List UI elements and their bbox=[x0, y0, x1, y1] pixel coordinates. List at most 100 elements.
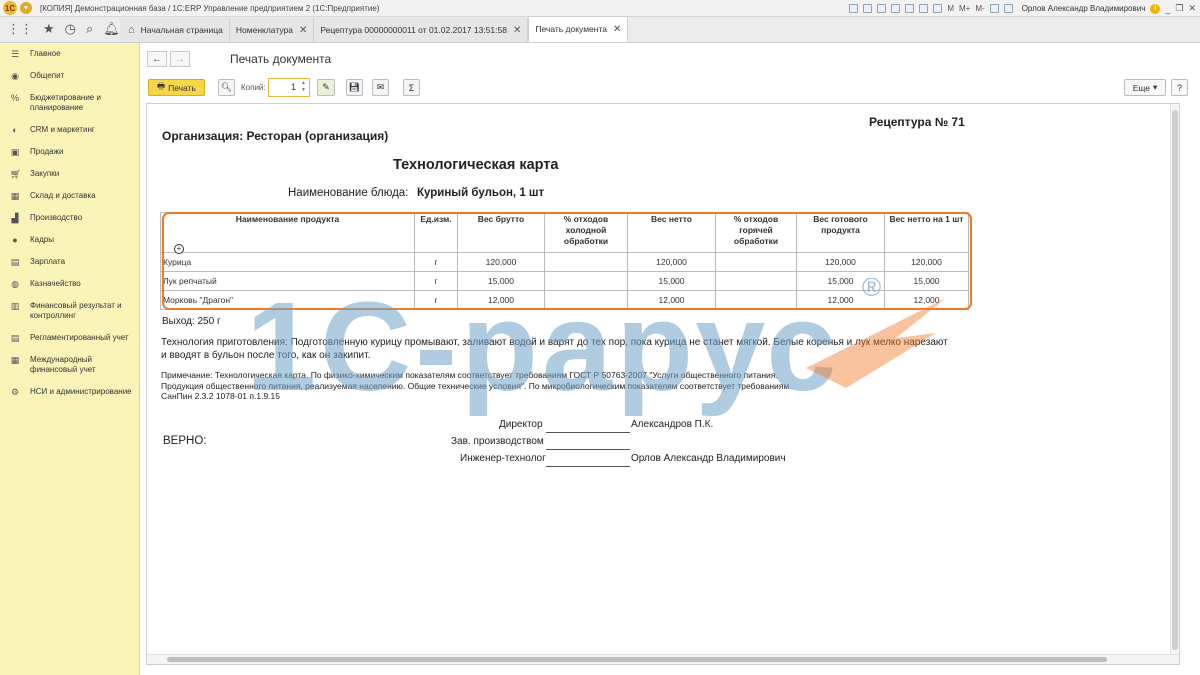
app-menu-icon[interactable]: ▼ bbox=[20, 2, 32, 14]
save-button[interactable]: 💾︎ bbox=[346, 79, 363, 96]
document-title: Технологическая карта bbox=[393, 157, 559, 173]
split-icon[interactable] bbox=[1003, 4, 1013, 13]
tab-label: Рецептура 00000000011 от 01.02.2017 13:5… bbox=[320, 25, 507, 35]
sidebar-item-label: Общепит bbox=[30, 71, 65, 80]
sidebar-item-label: НСИ и администрирование bbox=[30, 387, 132, 396]
sidebar-item-hr[interactable]: ● Кадры bbox=[0, 235, 139, 257]
sidebar-item-label: Склад и доставка bbox=[30, 191, 96, 200]
cell-gross: 12,000 bbox=[457, 290, 545, 310]
upload-icon[interactable] bbox=[891, 4, 901, 13]
print-icon[interactable] bbox=[863, 4, 873, 13]
sidebar-item-label: Закупки bbox=[30, 169, 60, 178]
grid-menu-icon[interactable]: ⋮⋮ bbox=[7, 21, 33, 37]
col-header: Вес брутто bbox=[457, 212, 545, 253]
more-button[interactable]: Еще ▾ bbox=[1124, 79, 1166, 96]
tab-home[interactable]: ⌂ Начальная страница bbox=[120, 18, 230, 42]
col-header: Вес готового продукта bbox=[796, 212, 885, 253]
user-name[interactable]: Орлов Александр Владимирович bbox=[1022, 4, 1146, 13]
minimize-icon[interactable]: _ bbox=[1165, 4, 1170, 14]
page-title: Печать документа bbox=[230, 52, 332, 66]
preview-icon: 🔍︎ bbox=[220, 82, 233, 92]
printer-icon: 🖶︎ bbox=[157, 80, 166, 91]
quick-access: ⋮⋮ ★ ◷ ⌕ 🔔︎ bbox=[0, 16, 120, 42]
sidebar-item-accounting[interactable]: ▤ Регламентированный учет bbox=[0, 333, 139, 355]
yield: Выход: 250 г bbox=[162, 316, 221, 327]
organization: Организация: Ресторан (организация) bbox=[162, 129, 389, 143]
sidebar-item-finance[interactable]: ▥ Финансовый результат и контроллинг bbox=[0, 301, 139, 333]
sidebar-item-treasury[interactable]: ◍ Казначейство bbox=[0, 279, 139, 301]
tab-label: Печать документа bbox=[535, 24, 607, 34]
edit-button[interactable]: ✎ bbox=[317, 79, 335, 96]
edit-icon: ✎ bbox=[322, 82, 330, 92]
close-icon[interactable]: ✕ bbox=[513, 25, 521, 36]
sidebar-item-admin[interactable]: ⚙ НСИ и администрирование bbox=[0, 387, 139, 419]
star-icon[interactable]: ★ bbox=[43, 21, 55, 37]
treasury-icon: ◍ bbox=[11, 279, 19, 289]
factory-icon: ▟ bbox=[11, 213, 19, 223]
purchase-icon: 🛒︎ bbox=[10, 169, 22, 179]
info-icon[interactable]: i bbox=[1150, 3, 1161, 14]
sidebar-item-crm[interactable]: ◐ CRM и маркетинг bbox=[0, 125, 139, 147]
calculator-icon[interactable] bbox=[933, 4, 943, 13]
sidebar-item-label: Финансовый результат и контроллинг bbox=[30, 301, 122, 320]
table-row: Курица г 120,000 120,000 120,000 120,000 bbox=[160, 252, 969, 272]
memory-button[interactable]: M bbox=[947, 4, 954, 13]
sidebar-item-intl-finance[interactable]: ▦ Международный финансовый учет bbox=[0, 355, 139, 387]
memory-minus-button[interactable]: M- bbox=[975, 4, 984, 13]
tab-print-document[interactable]: Печать документа ✕ bbox=[528, 16, 629, 42]
sidebar-item-main[interactable]: ☰ Главное bbox=[0, 49, 139, 71]
preview-button[interactable]: 🔍︎ bbox=[218, 79, 235, 96]
home-icon: ⌂ bbox=[128, 24, 135, 36]
send-mail-button[interactable]: ✉ bbox=[372, 79, 389, 96]
cell-cold-waste bbox=[544, 290, 628, 310]
print-button[interactable]: 🖶︎ Печать bbox=[148, 79, 205, 96]
mail-icon[interactable] bbox=[877, 4, 887, 13]
history-icon[interactable]: ◷ bbox=[65, 21, 76, 37]
sidebar-item-production[interactable]: ▟ Производство bbox=[0, 213, 139, 235]
sidebar-item-label: CRM и маркетинг bbox=[30, 125, 95, 134]
sidebar-item-salary[interactable]: ▤ Зарплата bbox=[0, 257, 139, 279]
scroll-thumb[interactable] bbox=[1172, 110, 1178, 650]
finance-icon: ▥ bbox=[10, 301, 20, 311]
food-icon: ◉ bbox=[11, 71, 19, 81]
close-icon[interactable]: ✕ bbox=[613, 24, 621, 35]
cell-net: 120,000 bbox=[627, 252, 716, 272]
save-icon[interactable] bbox=[849, 4, 859, 13]
crm-icon: ◐ bbox=[12, 125, 18, 135]
search-icon[interactable]: ⌕ bbox=[86, 21, 93, 37]
sidebar-item-sales[interactable]: ▣ Продажи bbox=[0, 147, 139, 169]
copies-input[interactable]: 1 ▲ ▼ bbox=[268, 78, 310, 97]
calendar-icon[interactable] bbox=[919, 4, 929, 13]
sidebar-item-purchases[interactable]: 🛒︎ Закупки bbox=[0, 169, 139, 191]
accounting-icon: ▤ bbox=[10, 333, 20, 343]
col-header: Вес нетто bbox=[627, 212, 716, 253]
help-button[interactable]: ? bbox=[1171, 79, 1188, 96]
budget-icon: % bbox=[10, 93, 19, 103]
sidebar-item-budgeting[interactable]: % Бюджетирование и планирование bbox=[0, 93, 139, 125]
tab-recipe[interactable]: Рецептура 00000000011 от 01.02.2017 13:5… bbox=[314, 18, 529, 42]
sidebar-item-warehouse[interactable]: ▦ Склад и доставка bbox=[0, 191, 139, 213]
memory-plus-button[interactable]: M+ bbox=[959, 4, 970, 13]
document-preview[interactable]: Рецептура № 71 Организация: Ресторан (ор… bbox=[146, 103, 1180, 665]
forward-button[interactable]: → bbox=[170, 51, 190, 67]
note: Примечание: Технологическая карта. По фи… bbox=[161, 370, 790, 401]
sum-button[interactable]: Σ bbox=[403, 79, 420, 96]
sidebar-item-label: Главное bbox=[30, 49, 61, 58]
dish-label: Наименование блюда: bbox=[288, 187, 409, 199]
horizontal-scrollbar[interactable] bbox=[147, 654, 1179, 664]
zoom-icon[interactable] bbox=[989, 4, 999, 13]
tab-nomenclature[interactable]: Номенклатура ✕ bbox=[229, 18, 315, 42]
menu-icon: ☰ bbox=[10, 49, 20, 59]
sidebar-item-catering[interactable]: ◉ Общепит bbox=[0, 71, 139, 93]
copies-stepper[interactable]: ▲ ▼ bbox=[299, 80, 308, 95]
bell-icon[interactable]: 🔔︎ bbox=[103, 21, 120, 37]
title-bar-tools: M M+ M- Орлов Александр Владимирович i _… bbox=[849, 0, 1196, 17]
close-window-icon[interactable]: ✕ bbox=[1188, 3, 1196, 14]
back-button[interactable]: ← bbox=[147, 51, 167, 67]
restore-icon[interactable]: ❐ bbox=[1175, 3, 1183, 14]
vertical-scrollbar[interactable] bbox=[1170, 104, 1179, 656]
close-icon[interactable]: ✕ bbox=[299, 25, 307, 36]
link-icon[interactable] bbox=[905, 4, 915, 13]
verno-label: ВЕРНО: bbox=[163, 435, 207, 447]
scroll-thumb[interactable] bbox=[167, 657, 1107, 662]
